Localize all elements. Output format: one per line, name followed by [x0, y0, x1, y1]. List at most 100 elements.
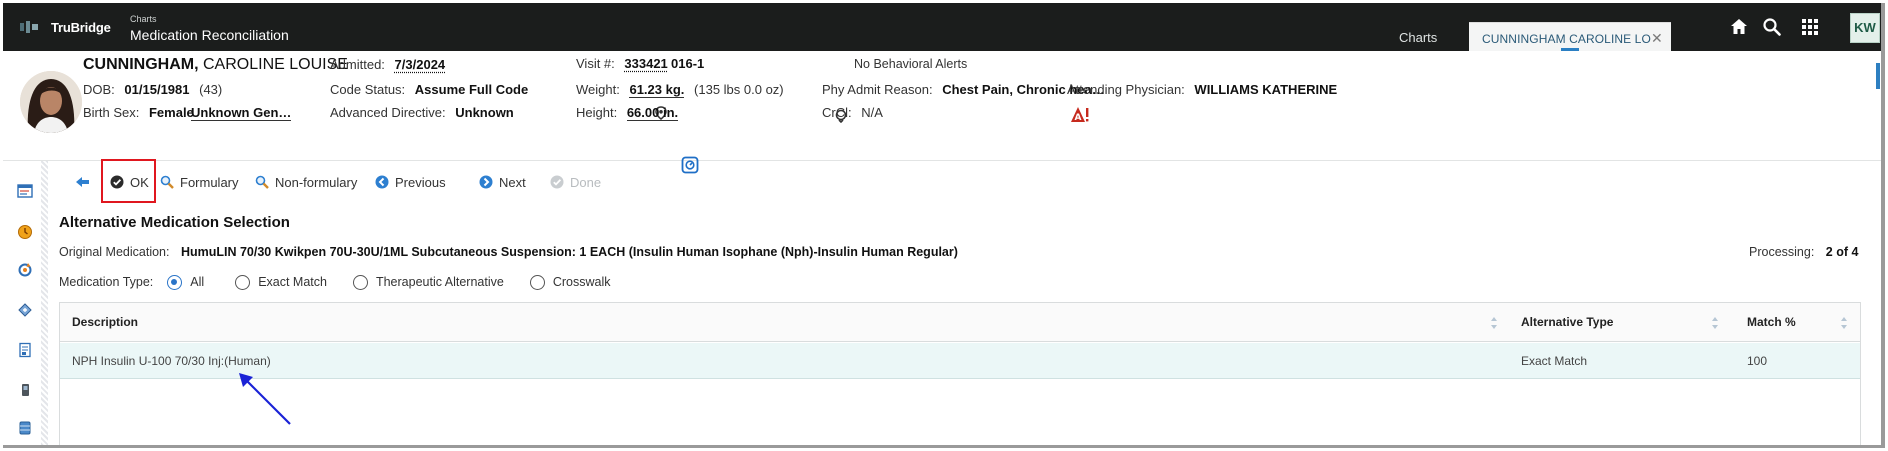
- visit-label: Visit #:: [576, 56, 615, 71]
- sort-icon[interactable]: [1490, 316, 1498, 330]
- radio-dot: [529, 274, 545, 290]
- user-avatar[interactable]: KW: [1850, 13, 1880, 43]
- attending-field: Attending Physician: WILLIAMS KATHERINE: [1067, 82, 1337, 97]
- processing-status: Processing: 2 of 4: [1749, 245, 1858, 259]
- database-icon[interactable]: [17, 420, 33, 436]
- annotation-arrow-icon: [239, 373, 291, 425]
- radio-exact-match-label: Exact Match: [258, 275, 327, 289]
- column-header-match[interactable]: Match %: [1747, 315, 1796, 329]
- done-button[interactable]: Done: [550, 165, 601, 199]
- patient-banner: CUNNINGHAM, CAROLINE LOUISE DOB: 01/15/1…: [3, 51, 1881, 174]
- ok-highlight-annotation: [101, 159, 156, 203]
- admitted-field: Admitted: 7/3/2024: [330, 57, 445, 72]
- non-formulary-button[interactable]: Non-formulary: [255, 165, 357, 199]
- tab-patient[interactable]: CUNNINGHAM CAROLINE LO ✕: [1469, 22, 1671, 51]
- age-value: (43): [199, 82, 223, 97]
- close-icon[interactable]: ✕: [1651, 30, 1663, 47]
- arrow-left-circle-icon: [375, 175, 389, 189]
- window-shadow-bottom: [3, 445, 1885, 448]
- arrow-left-icon: [76, 177, 89, 187]
- non-formulary-label: Non-formulary: [275, 174, 358, 190]
- room-value: 016-1: [671, 56, 705, 71]
- refresh-orders-icon[interactable]: [17, 262, 33, 278]
- original-medication-label: Original Medication:: [59, 245, 170, 259]
- formulary-button[interactable]: Formulary: [160, 165, 239, 199]
- original-medication-value: HumuLIN 70/30 Kwikpen 70U-30U/1ML Subcut…: [180, 245, 958, 259]
- admit-reason-field: Phy Admit Reason: Chest Pain, Chronic he…: [822, 82, 1105, 97]
- original-medication: Original Medication: HumuLIN 70/30 Kwikp…: [59, 245, 958, 259]
- radio-crosswalk-label: Crosswalk: [552, 275, 611, 289]
- documents-icon[interactable]: [17, 342, 33, 358]
- visit-field: Visit #: 333421: [576, 56, 668, 71]
- cell-description: NPH Insulin U-100 70/30 Inj:(Human): [72, 354, 271, 368]
- formulary-label: Formulary: [180, 174, 239, 190]
- column-header-alternative-type[interactable]: Alternative Type: [1521, 315, 1613, 329]
- next-button[interactable]: Next: [479, 165, 526, 199]
- arrow-right-circle-icon: [479, 175, 493, 189]
- visit-value[interactable]: 333421: [624, 56, 667, 71]
- dob-label: DOB:: [83, 82, 115, 97]
- section-title: Alternative Medication Selection: [59, 214, 290, 231]
- tab-charts[interactable]: Charts: [1399, 30, 1437, 45]
- sort-icon[interactable]: [1840, 316, 1848, 330]
- clock-alert-icon[interactable]: [17, 224, 33, 240]
- advanced-directive-field: Advanced Directive: Unknown: [330, 105, 514, 120]
- orders-icon[interactable]: [17, 302, 33, 318]
- apps-grid-icon[interactable]: [1800, 17, 1820, 37]
- radio-therapeutic-alternative[interactable]: Therapeutic Alternative: [352, 274, 504, 290]
- dob-value: 01/15/1981: [124, 82, 190, 97]
- svg-text:A: A: [1075, 113, 1082, 123]
- admitted-label: Admitted:: [330, 57, 385, 72]
- attending-label: Attending Physician:: [1067, 82, 1185, 97]
- radio-all-label: All: [190, 275, 205, 289]
- radio-all[interactable]: All: [167, 274, 205, 290]
- column-header-description[interactable]: Description: [72, 315, 138, 329]
- dob-field: DOB: 01/15/1981 (43): [83, 82, 222, 97]
- code-status-field: Code Status: Assume Full Code: [330, 82, 528, 97]
- weight-label: Weight:: [576, 82, 620, 97]
- radio-crosswalk[interactable]: Crosswalk: [529, 274, 611, 290]
- radio-exact-match[interactable]: Exact Match: [235, 274, 327, 290]
- breadcrumb[interactable]: Charts: [130, 14, 157, 24]
- weight-alt-value: (135 lbs 0.0 oz): [694, 82, 784, 97]
- advanced-directive-value: Unknown: [455, 105, 514, 120]
- magnifier-icon: [160, 175, 174, 189]
- behavioral-alerts-text: No Behavioral Alerts: [854, 57, 968, 71]
- processing-value: 2 of 4: [1825, 245, 1859, 259]
- weight-value[interactable]: 61.23 kg.: [629, 82, 685, 98]
- height-value[interactable]: 66.00 in.: [626, 105, 679, 121]
- previous-button[interactable]: Previous: [375, 165, 446, 199]
- gender-identity-link[interactable]: Unknown Gen…: [191, 105, 292, 121]
- window-shadow: [1881, 3, 1885, 447]
- birth-sex-field: Birth Sex: Female: [83, 105, 194, 120]
- alternatives-table: Description Alternative Type Match % NPH…: [59, 302, 1861, 447]
- search-icon[interactable]: [1762, 17, 1782, 37]
- radio-dot: [235, 274, 251, 290]
- medication-type-filter: Medication Type: All Exact Match Therape…: [59, 272, 610, 292]
- chart-summary-icon[interactable]: [17, 183, 33, 199]
- code-status-value: Assume Full Code: [414, 82, 529, 97]
- trubridge-logo-icon: [20, 21, 38, 33]
- birth-sex-value: Female: [148, 105, 194, 120]
- home-icon[interactable]: [1729, 17, 1749, 37]
- panel-scroll-indicator[interactable]: [1876, 63, 1880, 89]
- allergy-alert-icon[interactable]: A: [1070, 106, 1090, 124]
- device-icon[interactable]: [17, 382, 33, 398]
- birth-sex-label: Birth Sex:: [83, 105, 140, 120]
- patient-photo: [20, 71, 82, 133]
- patient-first-names: CAROLINE LOUISE: [203, 56, 348, 73]
- processing-label: Processing:: [1749, 245, 1815, 259]
- radio-therapeutic-alternative-label: Therapeutic Alternative: [375, 275, 504, 289]
- rail-divider: [41, 161, 48, 445]
- back-button[interactable]: [75, 165, 90, 199]
- cell-alternative-type: Exact Match: [1521, 354, 1588, 368]
- sort-icon[interactable]: [1711, 316, 1719, 330]
- radio-dot: [352, 274, 368, 290]
- advanced-directive-label: Advanced Directive:: [330, 105, 446, 120]
- admitted-value[interactable]: 7/3/2024: [395, 57, 446, 72]
- page-title: Medication Reconciliation: [130, 27, 289, 43]
- code-status-label: Code Status:: [330, 82, 406, 97]
- top-bar: TruBridge Charts Medication Reconciliati…: [3, 3, 1881, 51]
- action-toolbar: OK Formulary Non-formulary Previous Next: [55, 165, 1875, 199]
- table-row[interactable]: NPH Insulin U-100 70/30 Inj:(Human) Exac…: [60, 343, 1860, 379]
